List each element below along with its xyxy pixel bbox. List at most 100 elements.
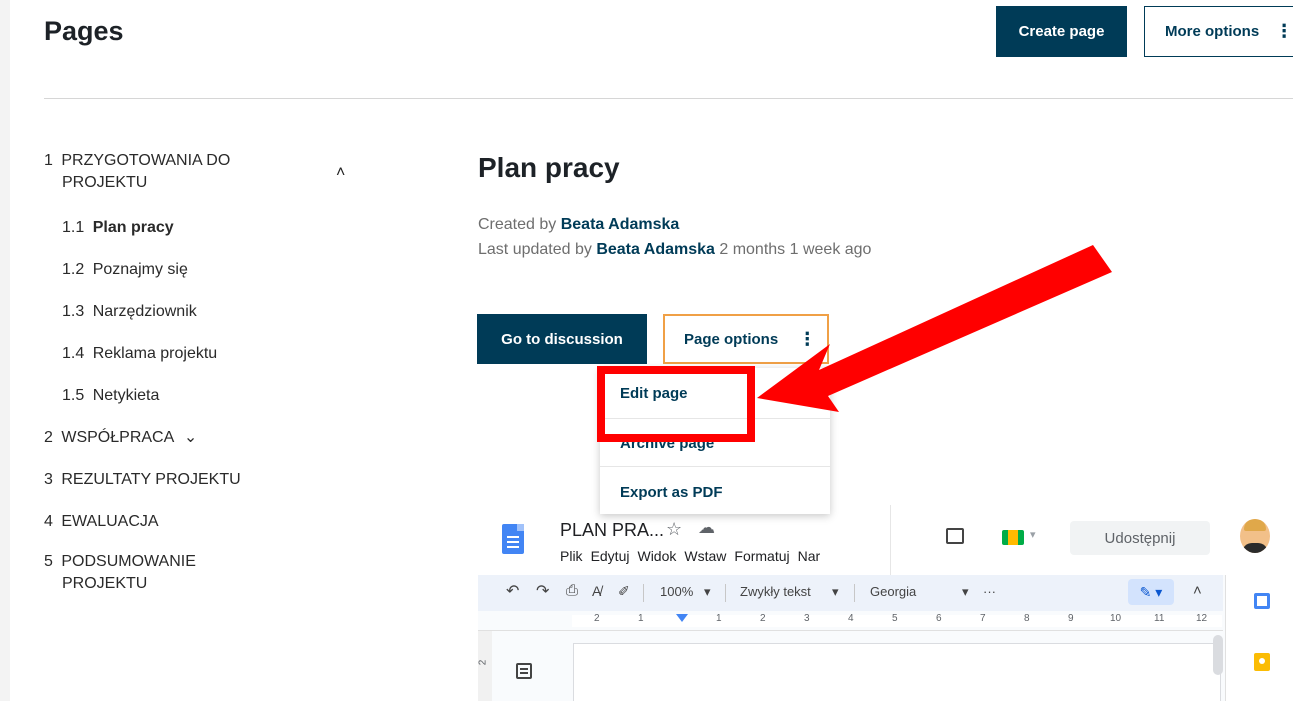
nav-item-number: 3 [44, 471, 53, 488]
ruler-number: 11 [1154, 613, 1165, 624]
toolbar-separator [643, 584, 644, 602]
font-select[interactable]: Georgia [870, 584, 916, 599]
nav-item-number: 1.3 [62, 303, 85, 320]
ruler-number: 2 [760, 613, 766, 624]
menu-divider [600, 466, 830, 467]
created-by-line: Created by Beata Adamska [478, 216, 679, 234]
nav-item-wspolpraca[interactable]: 2 WSPÓŁPRACA ⌄ [44, 427, 197, 449]
title-bar-divider [890, 505, 891, 575]
menu-wstaw[interactable]: Wstaw [684, 548, 726, 564]
nav-item-label-line2: PROJEKTU [62, 575, 148, 592]
ruler-number: 1 [638, 613, 644, 624]
nav-item-label: Reklama projektu [92, 345, 218, 362]
redo-icon[interactable]: ↷ [536, 581, 549, 601]
more-options-button[interactable]: More options ⋮ [1144, 6, 1293, 57]
menu-edytuj[interactable]: Edytuj [591, 548, 630, 564]
meet-icon[interactable] [1002, 530, 1024, 545]
menu-widok[interactable]: Widok [637, 548, 676, 564]
style-caret-icon[interactable]: ▾ [832, 584, 839, 600]
updated-by-line: Last updated by Beata Adamska 2 months 1… [478, 241, 871, 259]
page-options-label: Page options [684, 330, 779, 348]
ruler-number: 7 [980, 613, 986, 624]
ruler-number: 8 [1024, 613, 1030, 624]
spellcheck-icon[interactable]: A̸ [592, 583, 601, 599]
more-vertical-icon: ⋮ [798, 328, 817, 349]
nav-item-rezultaty[interactable]: 3 REZULTATY PROJEKTU [44, 469, 241, 491]
toolbar-separator [854, 584, 855, 602]
nav-item-label: Netykieta [92, 387, 160, 404]
nav-item-ewaluacja[interactable]: 4 EWALUACJA [44, 511, 159, 533]
calendar-icon[interactable] [1254, 593, 1270, 609]
paint-format-icon[interactable]: ✐ [618, 583, 630, 600]
cloud-status-icon: ☁ [698, 518, 715, 537]
toolbar-separator [725, 584, 726, 602]
menu-narzedzia[interactable]: Nar [798, 548, 821, 564]
create-page-button[interactable]: Create page [996, 6, 1127, 57]
undo-icon[interactable]: ↶ [506, 581, 519, 601]
updated-time: 2 months 1 week ago [719, 241, 872, 258]
vertical-ruler: 2 [478, 631, 492, 701]
google-docs-icon [502, 524, 524, 554]
nav-item-number: 1 [44, 152, 53, 169]
nav-item-poznajmy-sie[interactable]: 1.2 Poznajmy się [62, 259, 188, 281]
editing-mode-button[interactable]: ✎ ▾ [1128, 579, 1174, 605]
avatar[interactable] [1240, 519, 1270, 553]
meet-dropdown-icon[interactable]: ▾ [1030, 528, 1036, 541]
created-by-author-link[interactable]: Beata Adamska [561, 216, 680, 233]
nav-item-label: Poznajmy się [92, 261, 188, 278]
share-button[interactable]: Udostępnij [1070, 521, 1210, 555]
nav-item-number: 1.5 [62, 387, 85, 404]
go-to-discussion-button[interactable]: Go to discussion [477, 314, 647, 364]
gdoc-toolbar: ↶ ↷ ⎙ A̸ ✐ 100% ▾ Zwykły tekst ▾ Georgia… [478, 575, 1223, 611]
expand-chevron-icon[interactable]: ⌄ [184, 427, 197, 449]
menu-formatuj[interactable]: Formatuj [734, 548, 789, 564]
highlight-box [597, 366, 755, 442]
document-name[interactable]: PLAN PRA... [560, 520, 664, 541]
nav-item-label: WSPÓŁPRACA [61, 429, 174, 446]
nav-item-number: 1.2 [62, 261, 85, 278]
zoom-caret-icon[interactable]: ▾ [704, 584, 711, 600]
ruler-number: 10 [1110, 613, 1122, 624]
ruler-number: 9 [1068, 613, 1074, 624]
horizontal-ruler: 2 1 1 2 3 4 5 6 7 8 9 10 11 12 [478, 611, 1223, 631]
document-outline-icon[interactable] [516, 663, 532, 679]
nav-item-label: Plan pracy [92, 219, 174, 236]
nav-item-podsumowanie[interactable]: 5 PODSUMOWANIE PROJEKTU [44, 551, 196, 595]
more-tools-icon[interactable]: ··· [983, 584, 996, 599]
nav-item-przygotowania[interactable]: 1 PRZYGOTOWANIA DO PROJEKTU [44, 150, 230, 194]
nav-item-number: 2 [44, 429, 53, 446]
ruler-number: 3 [804, 613, 810, 624]
nav-item-label: PRZYGOTOWANIA DO [61, 152, 231, 169]
side-panel [1225, 575, 1293, 701]
page-options-button[interactable]: Page options ⋮ [663, 314, 829, 364]
ruler-number: 1 [716, 613, 722, 624]
updated-by-author-link[interactable]: Beata Adamska [596, 241, 715, 258]
comment-history-icon[interactable] [946, 528, 964, 544]
nav-item-netykieta[interactable]: 1.5 Netykieta [62, 385, 159, 407]
ruler-number: 5 [892, 613, 898, 624]
nav-item-plan-pracy[interactable]: 1.1 Plan pracy [62, 217, 174, 239]
nav-item-number: 5 [44, 553, 53, 570]
font-caret-icon[interactable]: ▾ [962, 584, 969, 600]
zoom-select[interactable]: 100% [660, 584, 693, 599]
vertical-ruler-number: 2 [478, 659, 489, 666]
style-select[interactable]: Zwykły tekst [740, 584, 811, 599]
nav-item-narzedziownik[interactable]: 1.3 Narzędziownik [62, 301, 197, 323]
page-title: Pages [44, 16, 124, 46]
keep-icon[interactable] [1254, 653, 1270, 671]
star-icon[interactable]: ☆ [666, 519, 682, 540]
menu-plik[interactable]: Plik [560, 548, 583, 564]
nav-item-reklama-projektu[interactable]: 1.4 Reklama projektu [62, 343, 217, 365]
export-pdf-menu-item[interactable]: Export as PDF [620, 484, 723, 501]
collapse-chevron-icon[interactable]: ˄ [336, 164, 345, 182]
nav-item-number: 1.1 [62, 219, 85, 236]
scrollbar-thumb[interactable] [1213, 635, 1223, 675]
collapse-toolbar-icon[interactable]: ˄ [1193, 582, 1202, 599]
ruler-number: 2 [594, 613, 600, 624]
nav-item-label: Narzędziownik [92, 303, 197, 320]
nav-item-number: 4 [44, 513, 53, 530]
nav-item-label: REZULTATY PROJEKTU [61, 471, 241, 488]
print-icon[interactable]: ⎙ [566, 582, 578, 599]
nav-item-number: 1.4 [62, 345, 85, 362]
document-page[interactable] [573, 643, 1221, 701]
